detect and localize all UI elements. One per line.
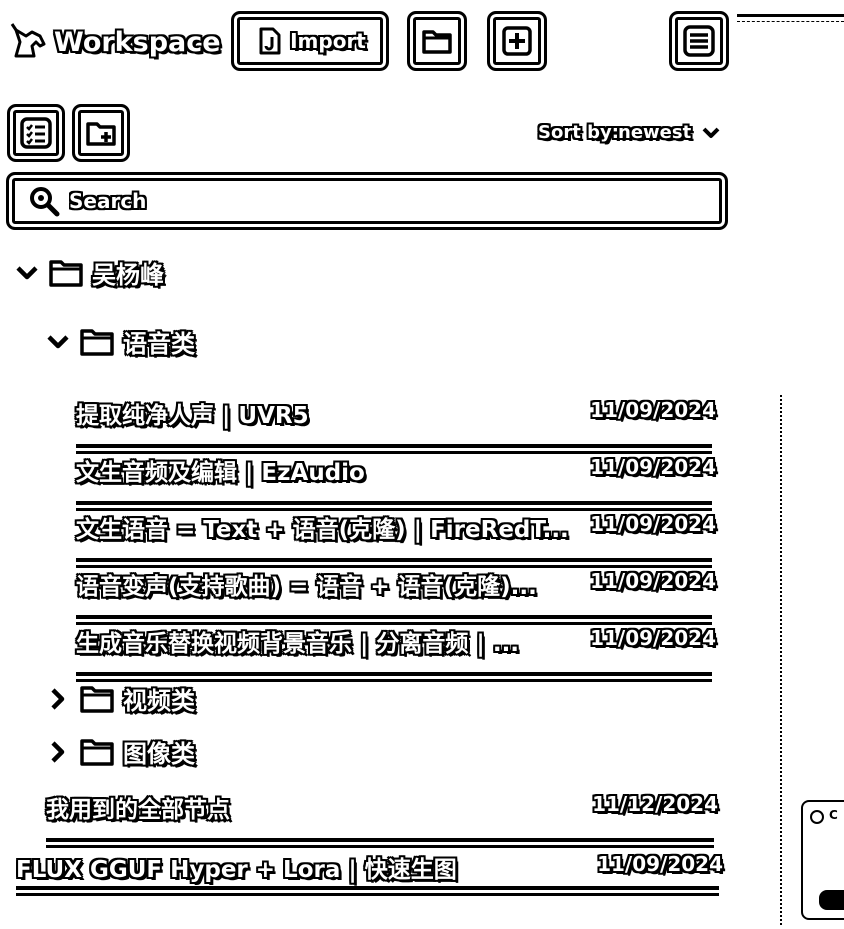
- search-icon: [30, 187, 60, 217]
- unicorn-logo-icon: [10, 23, 46, 58]
- folder-row-image[interactable]: 图像类: [45, 734, 195, 769]
- folder-row-root[interactable]: 吴杨峰: [14, 255, 164, 290]
- search-input[interactable]: [67, 188, 671, 214]
- canvas-node-card[interactable]: C: [801, 800, 844, 920]
- workflow-date: 11/09/2024: [597, 852, 723, 876]
- canvas-edge: [780, 395, 782, 925]
- chevron-down-icon[interactable]: [700, 122, 722, 144]
- workflow-date: 11/09/2024: [590, 398, 716, 422]
- import-file-icon: [259, 27, 281, 55]
- workflow-date: 11/12/2024: [592, 792, 718, 816]
- menu-button[interactable]: [669, 11, 729, 71]
- workflow-date: 11/09/2024: [590, 512, 716, 536]
- plus-icon: [502, 26, 532, 56]
- task-list-button[interactable]: [7, 104, 65, 162]
- folder-icon: [80, 738, 114, 766]
- folder-icon: [49, 259, 83, 287]
- list-item[interactable]: 提取纯净人声 | UVR5 11/09/2024: [76, 396, 716, 454]
- folder-name: 语音类: [123, 330, 195, 358]
- node-label: C: [829, 808, 838, 822]
- chevron-down-icon[interactable]: [45, 329, 71, 355]
- folder-name: 吴杨峰: [92, 261, 164, 289]
- list-item[interactable]: 生成音乐替换视频背景音乐 | 分离音频 | ... 11/09/2024: [76, 624, 716, 682]
- folder-add-icon: [86, 122, 116, 146]
- open-folder-button[interactable]: [407, 11, 467, 71]
- workflow-title: 生成音乐替换视频背景音乐 | 分离音频 | ...: [76, 631, 520, 657]
- folder-icon: [80, 328, 114, 356]
- list-item[interactable]: 我用到的全部节点 11/12/2024: [46, 790, 718, 848]
- workflow-date: 11/09/2024: [590, 455, 716, 479]
- workflow-title: FLUX GGUF Hyper + Lora | 快速生图: [16, 857, 457, 883]
- list-item[interactable]: FLUX GGUF Hyper + Lora | 快速生图 11/09/2024: [16, 850, 723, 896]
- import-button[interactable]: Import: [231, 11, 389, 71]
- workflow-title: 语音变声(支持歌曲) = 语音 + 语音(克隆)...: [76, 574, 537, 600]
- workflow-title: 提取纯净人声 | UVR5: [76, 403, 309, 429]
- workflow-title: 文生语音 = Text + 语音(克隆) | FireRedT...: [76, 517, 569, 543]
- menu-icon: [683, 25, 715, 57]
- tasks-icon: [20, 117, 52, 149]
- app-brand: Workspace: [10, 22, 221, 62]
- folder-row-voice[interactable]: 语音类: [45, 324, 195, 359]
- sort-select[interactable]: newest: [618, 122, 691, 143]
- workflow-date: 11/09/2024: [590, 569, 716, 593]
- search-bar[interactable]: [6, 172, 728, 230]
- folder-name: 图像类: [123, 740, 195, 768]
- sort-by-label: Sort by:: [538, 122, 619, 143]
- chevron-right-icon[interactable]: [45, 686, 71, 712]
- list-item[interactable]: 语音变声(支持歌曲) = 语音 + 语音(克隆)... 11/09/2024: [76, 567, 716, 625]
- workflow-title: 文生音频及编辑 | EzAudio: [76, 460, 365, 486]
- workflow-title: 我用到的全部节点: [46, 797, 230, 823]
- workflow-date: 11/09/2024: [590, 626, 716, 650]
- new-folder-button[interactable]: [72, 104, 130, 162]
- folder-icon: [422, 30, 452, 54]
- panel-edge-divider: [737, 14, 844, 22]
- item-divider: [46, 838, 714, 848]
- list-item[interactable]: 文生音频及编辑 | EzAudio 11/09/2024: [76, 453, 716, 511]
- item-divider: [16, 886, 719, 896]
- folder-icon: [80, 685, 114, 713]
- add-button[interactable]: [487, 11, 547, 71]
- list-item[interactable]: 文生语音 = Text + 语音(克隆) | FireRedT... 11/09…: [76, 510, 716, 568]
- folder-name: 视频类: [123, 687, 195, 715]
- chevron-right-icon[interactable]: [45, 739, 71, 765]
- node-toggle[interactable]: [819, 890, 844, 910]
- workspace-title: Workspace: [54, 26, 221, 58]
- import-label: Import: [290, 29, 366, 53]
- chevron-down-icon[interactable]: [14, 260, 40, 286]
- node-status-icon: [810, 810, 824, 824]
- folder-row-video[interactable]: 视频类: [45, 681, 195, 716]
